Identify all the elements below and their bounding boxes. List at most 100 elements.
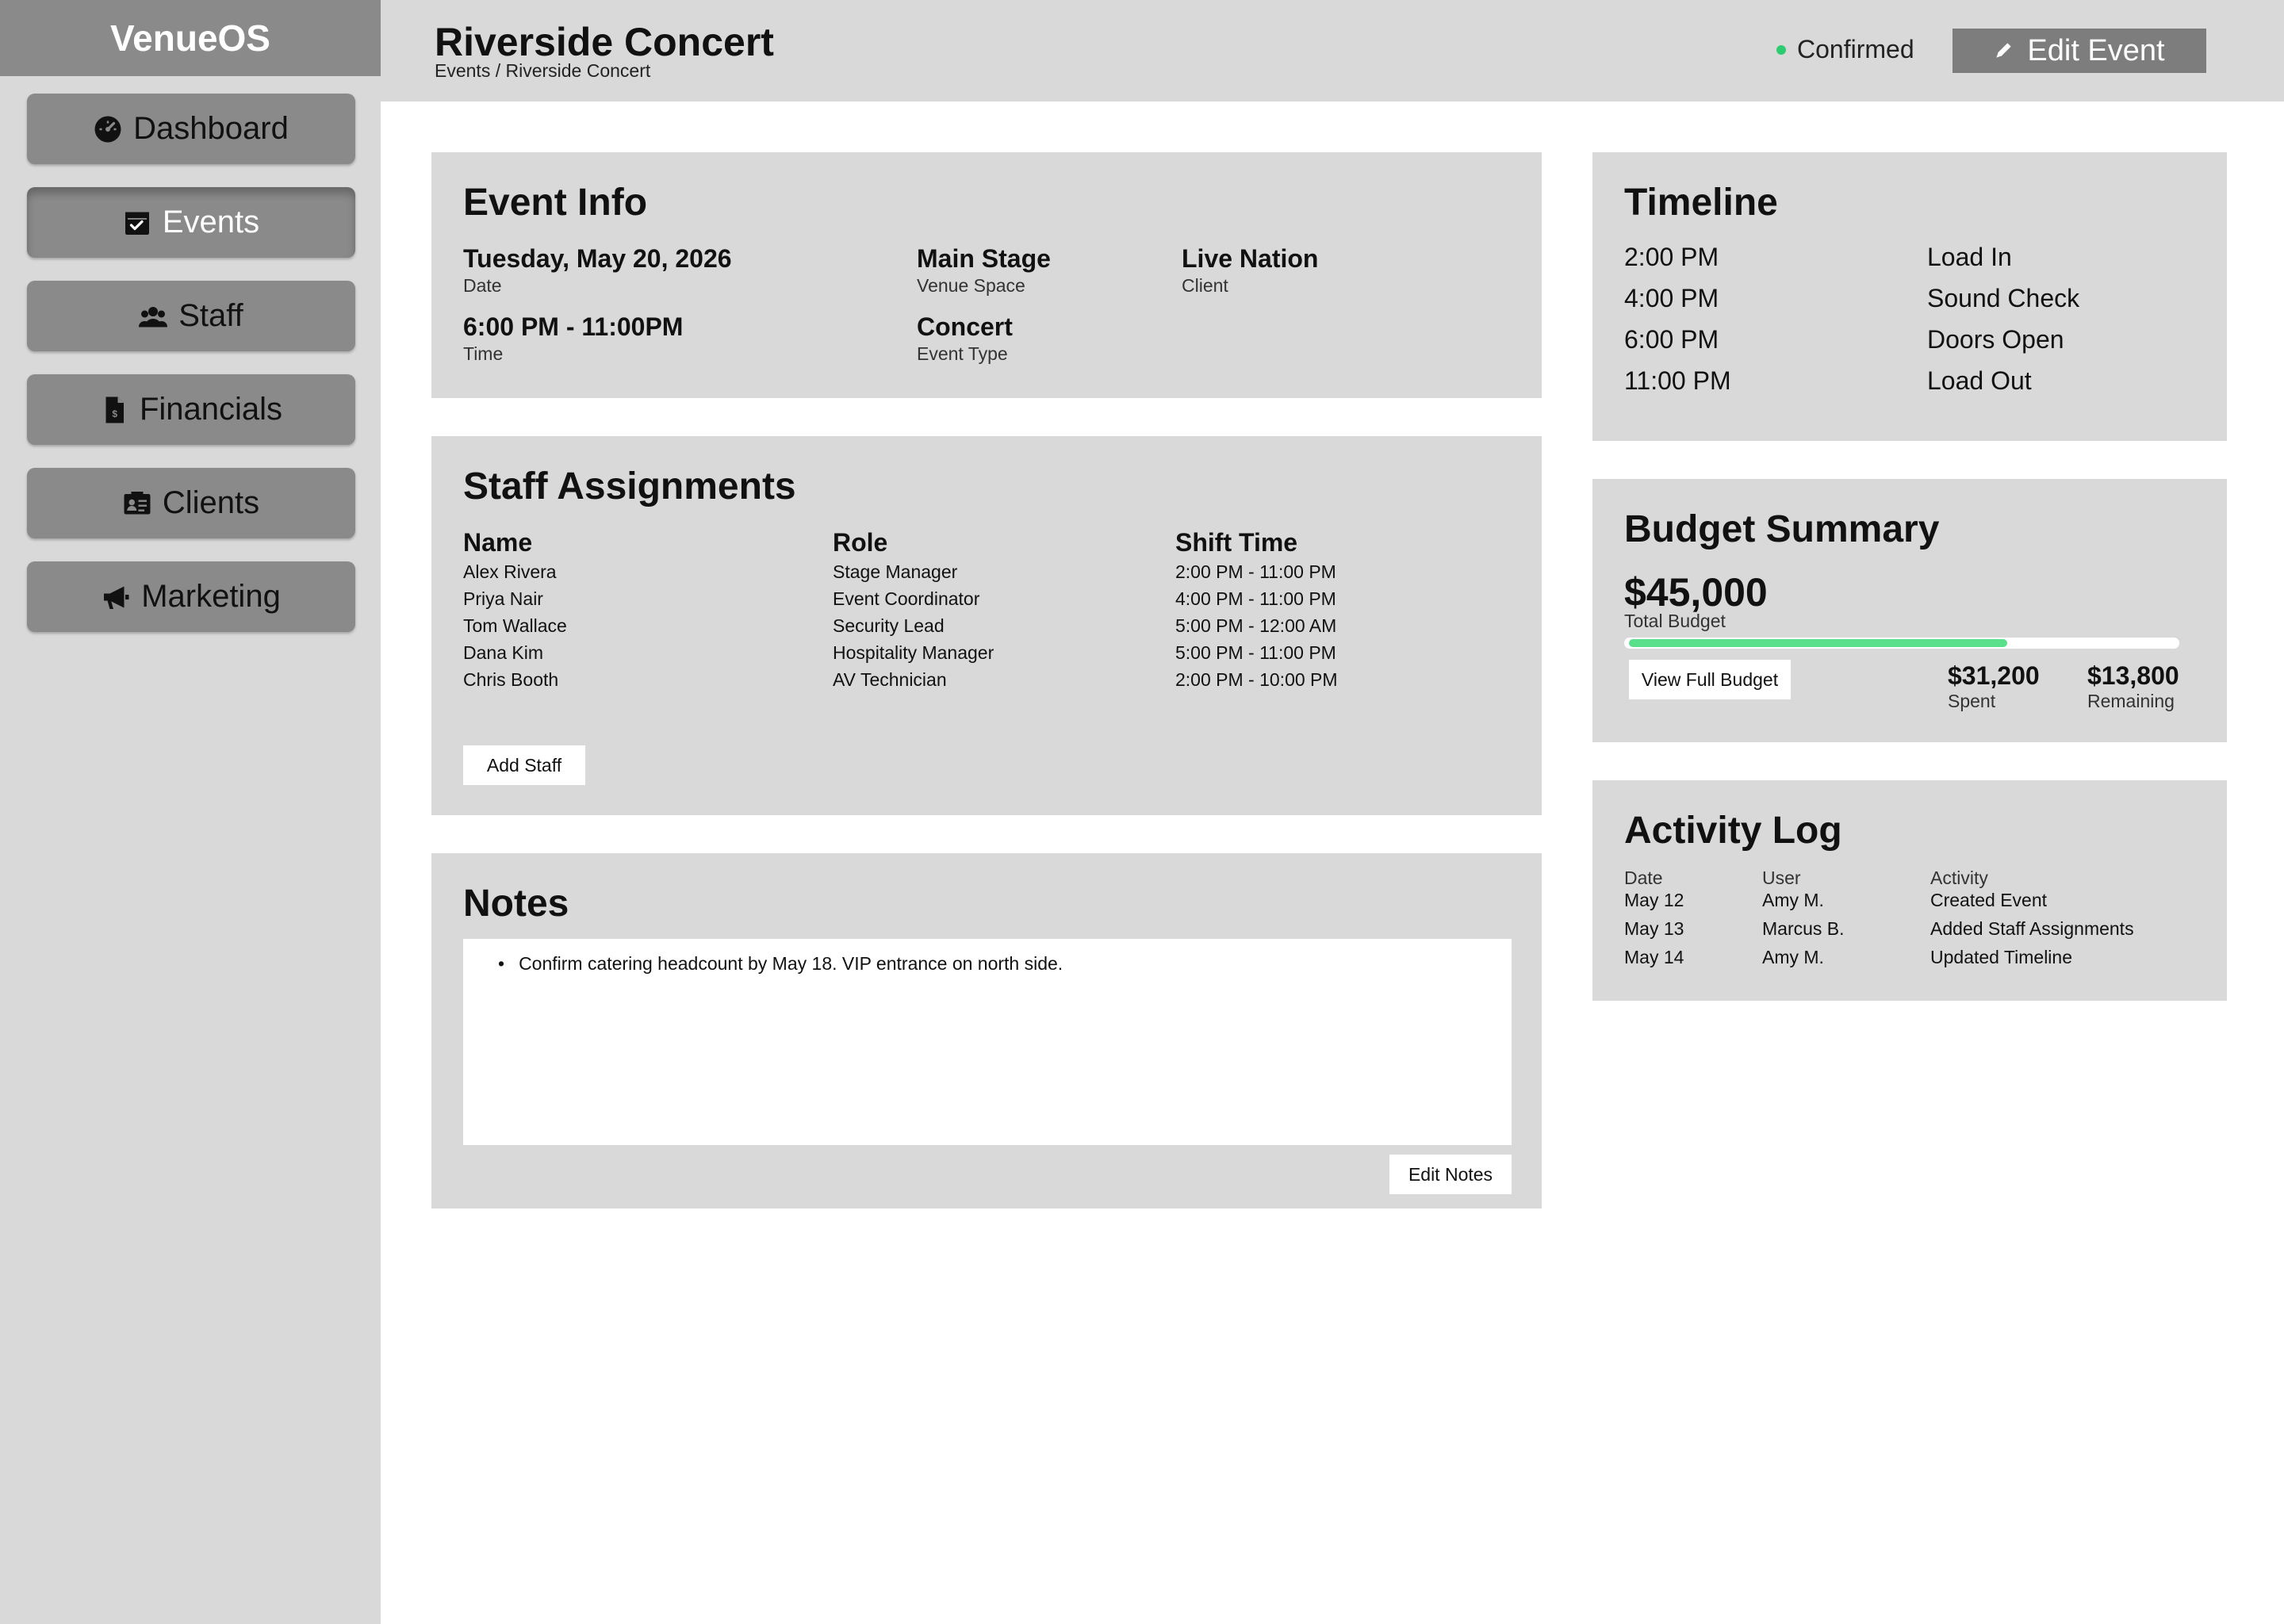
card-title: Notes bbox=[463, 883, 569, 925]
sidebar-item-label: Staff bbox=[178, 298, 243, 333]
timeline-card: Timeline 2:00 PM Load In 4:00 PM Sound C… bbox=[1592, 152, 2227, 441]
calendar-icon bbox=[123, 209, 151, 237]
activity-log-card: Activity Log Date User Activity May 12 A… bbox=[1592, 780, 2227, 1001]
staff-shift: 2:00 PM - 11:00 PM bbox=[1175, 561, 1336, 582]
page-header: Riverside Concert Events / Riverside Con… bbox=[381, 0, 2284, 102]
sidebar-item-staff[interactable]: Staff bbox=[27, 281, 355, 351]
table-row: Tom Wallace Security Lead 5:00 PM - 12:0… bbox=[463, 615, 1494, 642]
timeline-time: 4:00 PM bbox=[1624, 284, 1719, 312]
sidebar: VenueOS Dashboard Events Staff $ Financi… bbox=[0, 0, 381, 1624]
event-type-field: Concert Event Type bbox=[917, 312, 1013, 365]
megaphone-icon bbox=[102, 583, 130, 611]
status-dot-icon bbox=[1776, 44, 1786, 55]
table-row: Alex Rivera Stage Manager 2:00 PM - 11:0… bbox=[463, 561, 1494, 588]
venue-space-field: Main Stage Venue Space bbox=[917, 244, 1051, 297]
card-title: Budget Summary bbox=[1624, 508, 1940, 550]
column-header-activity: Activity bbox=[1930, 868, 1988, 888]
invoice-icon: $ bbox=[100, 396, 128, 424]
field-value: Main Stage bbox=[917, 244, 1051, 273]
view-full-budget-button[interactable]: View Full Budget bbox=[1629, 660, 1791, 699]
sidebar-item-financials[interactable]: $ Financials bbox=[27, 374, 355, 445]
edit-notes-button[interactable]: Edit Notes bbox=[1389, 1155, 1512, 1194]
sidebar-item-label: Clients bbox=[162, 485, 260, 520]
status-badge: Confirmed bbox=[1776, 35, 1914, 64]
sidebar-item-dashboard[interactable]: Dashboard bbox=[27, 94, 355, 164]
remaining-value: $13,800 bbox=[2087, 661, 2179, 690]
staff-shift: 5:00 PM - 12:00 AM bbox=[1175, 615, 1337, 636]
field-value: 6:00 PM - 11:00PM bbox=[463, 312, 684, 341]
breadcrumb[interactable]: Events / Riverside Concert bbox=[435, 60, 650, 82]
activity-user: Amy M. bbox=[1762, 890, 1824, 910]
event-time-field: 6:00 PM - 11:00PM Time bbox=[463, 312, 683, 365]
field-value: Live Nation bbox=[1182, 244, 1319, 273]
card-title: Staff Assignments bbox=[463, 465, 796, 508]
column-header-shift: Shift Time bbox=[1175, 528, 1298, 557]
staff-name: Dana Kim bbox=[463, 642, 543, 663]
timeline-label: Load In bbox=[1927, 243, 2012, 271]
contact-card-icon bbox=[123, 489, 151, 518]
staff-name: Alex Rivera bbox=[463, 561, 557, 582]
svg-text:$: $ bbox=[112, 408, 117, 419]
activity-text: Created Event bbox=[1930, 890, 2048, 910]
table-row: Chris Booth AV Technician 2:00 PM - 10:0… bbox=[463, 669, 1494, 696]
bullet-icon: • bbox=[498, 953, 505, 974]
card-title: Activity Log bbox=[1624, 810, 1842, 852]
activity-date: May 14 bbox=[1624, 947, 1684, 967]
timeline-time: 6:00 PM bbox=[1624, 325, 1719, 354]
activity-row: May 12 Amy M. Created Event bbox=[1624, 890, 2195, 917]
activity-row: May 13 Marcus B. Added Staff Assignments bbox=[1624, 918, 2195, 945]
field-label: Venue Space bbox=[917, 275, 1025, 296]
staff-assignments-card: Staff Assignments Name Role Shift Time A… bbox=[431, 436, 1542, 815]
field-value: Concert bbox=[917, 312, 1013, 341]
staff-role: Stage Manager bbox=[833, 561, 958, 582]
notes-textarea[interactable]: • Confirm catering headcount by May 18. … bbox=[463, 939, 1512, 1145]
page-title: Riverside Concert bbox=[435, 20, 774, 64]
sidebar-item-label: Events bbox=[162, 205, 260, 239]
activity-text: Added Staff Assignments bbox=[1930, 918, 2134, 939]
status-label: Confirmed bbox=[1797, 35, 1914, 63]
staff-name: Tom Wallace bbox=[463, 615, 567, 636]
field-label: Date bbox=[463, 275, 502, 296]
notes-card: Notes • Confirm catering headcount by Ma… bbox=[431, 853, 1542, 1208]
timeline-time: 2:00 PM bbox=[1624, 243, 1719, 271]
staff-role: AV Technician bbox=[833, 669, 947, 690]
add-staff-button[interactable]: Add Staff bbox=[463, 745, 585, 785]
app-logo: VenueOS bbox=[0, 0, 381, 76]
spent-value: $31,200 bbox=[1948, 661, 2040, 690]
event-info-card: Event Info Tuesday, May 20, 2026 Date Ma… bbox=[431, 152, 1542, 398]
remaining-stat: $13,800 Remaining bbox=[2087, 661, 2179, 712]
column-header-date: Date bbox=[1624, 868, 1663, 888]
sidebar-item-marketing[interactable]: Marketing bbox=[27, 561, 355, 632]
activity-user: Marcus B. bbox=[1762, 918, 1845, 939]
activity-user: Amy M. bbox=[1762, 947, 1824, 967]
edit-event-button[interactable]: Edit Event bbox=[1953, 29, 2206, 73]
staff-shift: 2:00 PM - 10:00 PM bbox=[1175, 669, 1338, 690]
client-field: Live Nation Client bbox=[1182, 244, 1318, 297]
staff-role: Hospitality Manager bbox=[833, 642, 994, 663]
total-budget-value: $45,000 bbox=[1624, 570, 1768, 615]
sidebar-item-events[interactable]: Events bbox=[27, 187, 355, 258]
event-date-field: Tuesday, May 20, 2026 Date bbox=[463, 244, 732, 297]
budget-progress-fill bbox=[1629, 639, 2007, 647]
timeline-label: Sound Check bbox=[1927, 284, 2080, 312]
sidebar-item-label: Financials bbox=[139, 392, 283, 427]
total-budget-label: Total Budget bbox=[1624, 611, 1726, 631]
users-icon bbox=[139, 302, 168, 331]
edit-event-label: Edit Event bbox=[2027, 33, 2165, 67]
column-header-user: User bbox=[1762, 868, 1801, 888]
column-header-name: Name bbox=[463, 528, 533, 557]
spent-label: Spent bbox=[1948, 691, 1996, 711]
staff-name: Priya Nair bbox=[463, 588, 543, 609]
sidebar-item-clients[interactable]: Clients bbox=[27, 468, 355, 538]
card-title: Event Info bbox=[463, 182, 648, 224]
activity-date: May 12 bbox=[1624, 890, 1684, 910]
table-row: Dana Kim Hospitality Manager 5:00 PM - 1… bbox=[463, 642, 1494, 669]
sidebar-item-label: Dashboard bbox=[133, 111, 289, 146]
activity-date: May 13 bbox=[1624, 918, 1684, 939]
spent-stat: $31,200 Spent bbox=[1948, 661, 2040, 712]
activity-row: May 14 Amy M. Updated Timeline bbox=[1624, 947, 2195, 974]
staff-role: Security Lead bbox=[833, 615, 945, 636]
field-label: Event Type bbox=[917, 343, 1008, 364]
field-value: Tuesday, May 20, 2026 bbox=[463, 244, 732, 273]
card-title: Timeline bbox=[1624, 182, 1778, 224]
